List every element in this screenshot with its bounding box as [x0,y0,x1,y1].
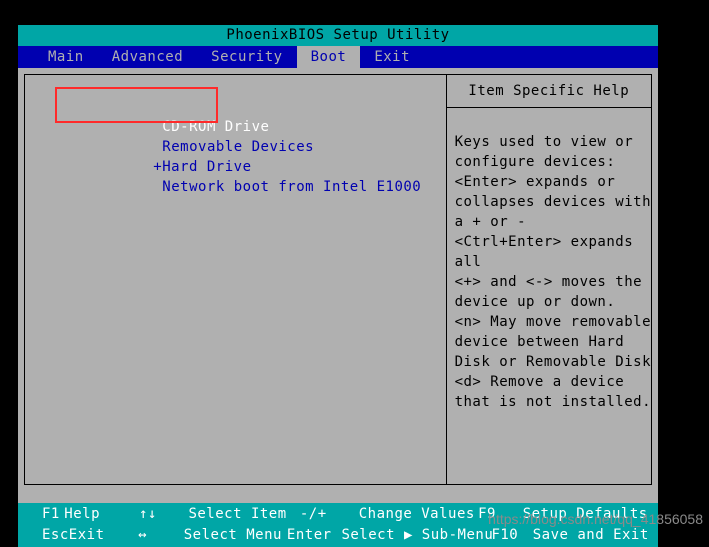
help-line: <n> May move removable [454,314,651,330]
help-line: Disk or Removable Disk [454,354,651,370]
footer-action-save-and-exit[interactable]: Save and Exit [533,525,658,546]
help-line: collapses devices with [454,194,651,210]
content-bottom-rule [24,484,652,485]
help-line: <+> and <-> moves the [454,274,643,290]
tab-boot[interactable]: Boot [296,46,361,68]
footer-key-minus-plus[interactable]: -/+ [300,504,359,525]
help-line: that is not installed. [454,394,651,410]
footer-key-enter[interactable]: Enter [287,525,342,546]
boot-order-pane: CD-ROM Drive Removable Devices +Hard Dri… [25,75,446,484]
bios-window: PhoenixBIOS Setup Utility Main Advanced … [18,25,658,547]
tab-security[interactable]: Security [197,46,296,68]
help-line: all [454,254,482,270]
help-body: Keys used to view or configure devices: … [447,108,651,484]
footer-key-f1[interactable]: F1 [18,504,64,525]
menu-bar: Main Advanced Security Boot Exit [18,46,658,68]
help-line: a + or - [454,214,526,230]
help-line: device between Hard [454,334,625,350]
footer-action-help[interactable]: Help [64,504,139,525]
watermark: https://blog.csdn.net/qq_41856058 [488,511,703,527]
tab-main[interactable]: Main [34,46,98,68]
help-line: device up or down. [454,294,616,310]
left-right-arrow-icon: ↔ [138,527,147,543]
expand-plus-icon[interactable]: + [153,159,162,175]
up-down-arrow-icon: ↑↓ [139,506,157,522]
footer-action-select-menu: Select Menu [183,527,282,543]
tab-advanced[interactable]: Advanced [98,46,197,68]
boot-item-label: Hard Drive [162,159,252,175]
boot-item-label: CD-ROM Drive [162,119,270,135]
help-line: <Ctrl+Enter> expands [454,234,634,250]
help-pane: Item Specific Help Keys used to view or … [446,75,651,484]
footer-action-exit[interactable]: Exit [69,525,138,546]
boot-item-cdrom[interactable]: CD-ROM Drive [25,97,446,135]
help-line: <Enter> expands or [454,174,616,190]
help-line: <d> Remove a device [454,374,625,390]
title-bar: PhoenixBIOS Setup Utility [18,25,658,46]
footer-action-change-values: Change Values [358,506,475,522]
footer-key-esc[interactable]: Esc [18,525,69,546]
content-area: CD-ROM Drive Removable Devices +Hard Dri… [18,68,658,503]
footer-row-2: Esc Exit ↔ Select Menu Enter Select ▶ Su… [18,525,658,546]
boot-item-label: Removable Devices [162,139,315,155]
help-line: Keys used to view or [454,134,634,150]
boot-item-label: Network boot from Intel E1000 [162,179,422,195]
footer-key-f10[interactable]: F10 [491,525,532,546]
content-frame: CD-ROM Drive Removable Devices +Hard Dri… [24,74,652,484]
tab-exit[interactable]: Exit [360,46,424,68]
help-line: configure devices: [454,154,616,170]
footer-action-select-sub-menu: Select ▶ Sub-Menu [341,527,494,543]
footer-action-select-item: Select Item [188,506,287,522]
help-title: Item Specific Help [446,75,651,108]
